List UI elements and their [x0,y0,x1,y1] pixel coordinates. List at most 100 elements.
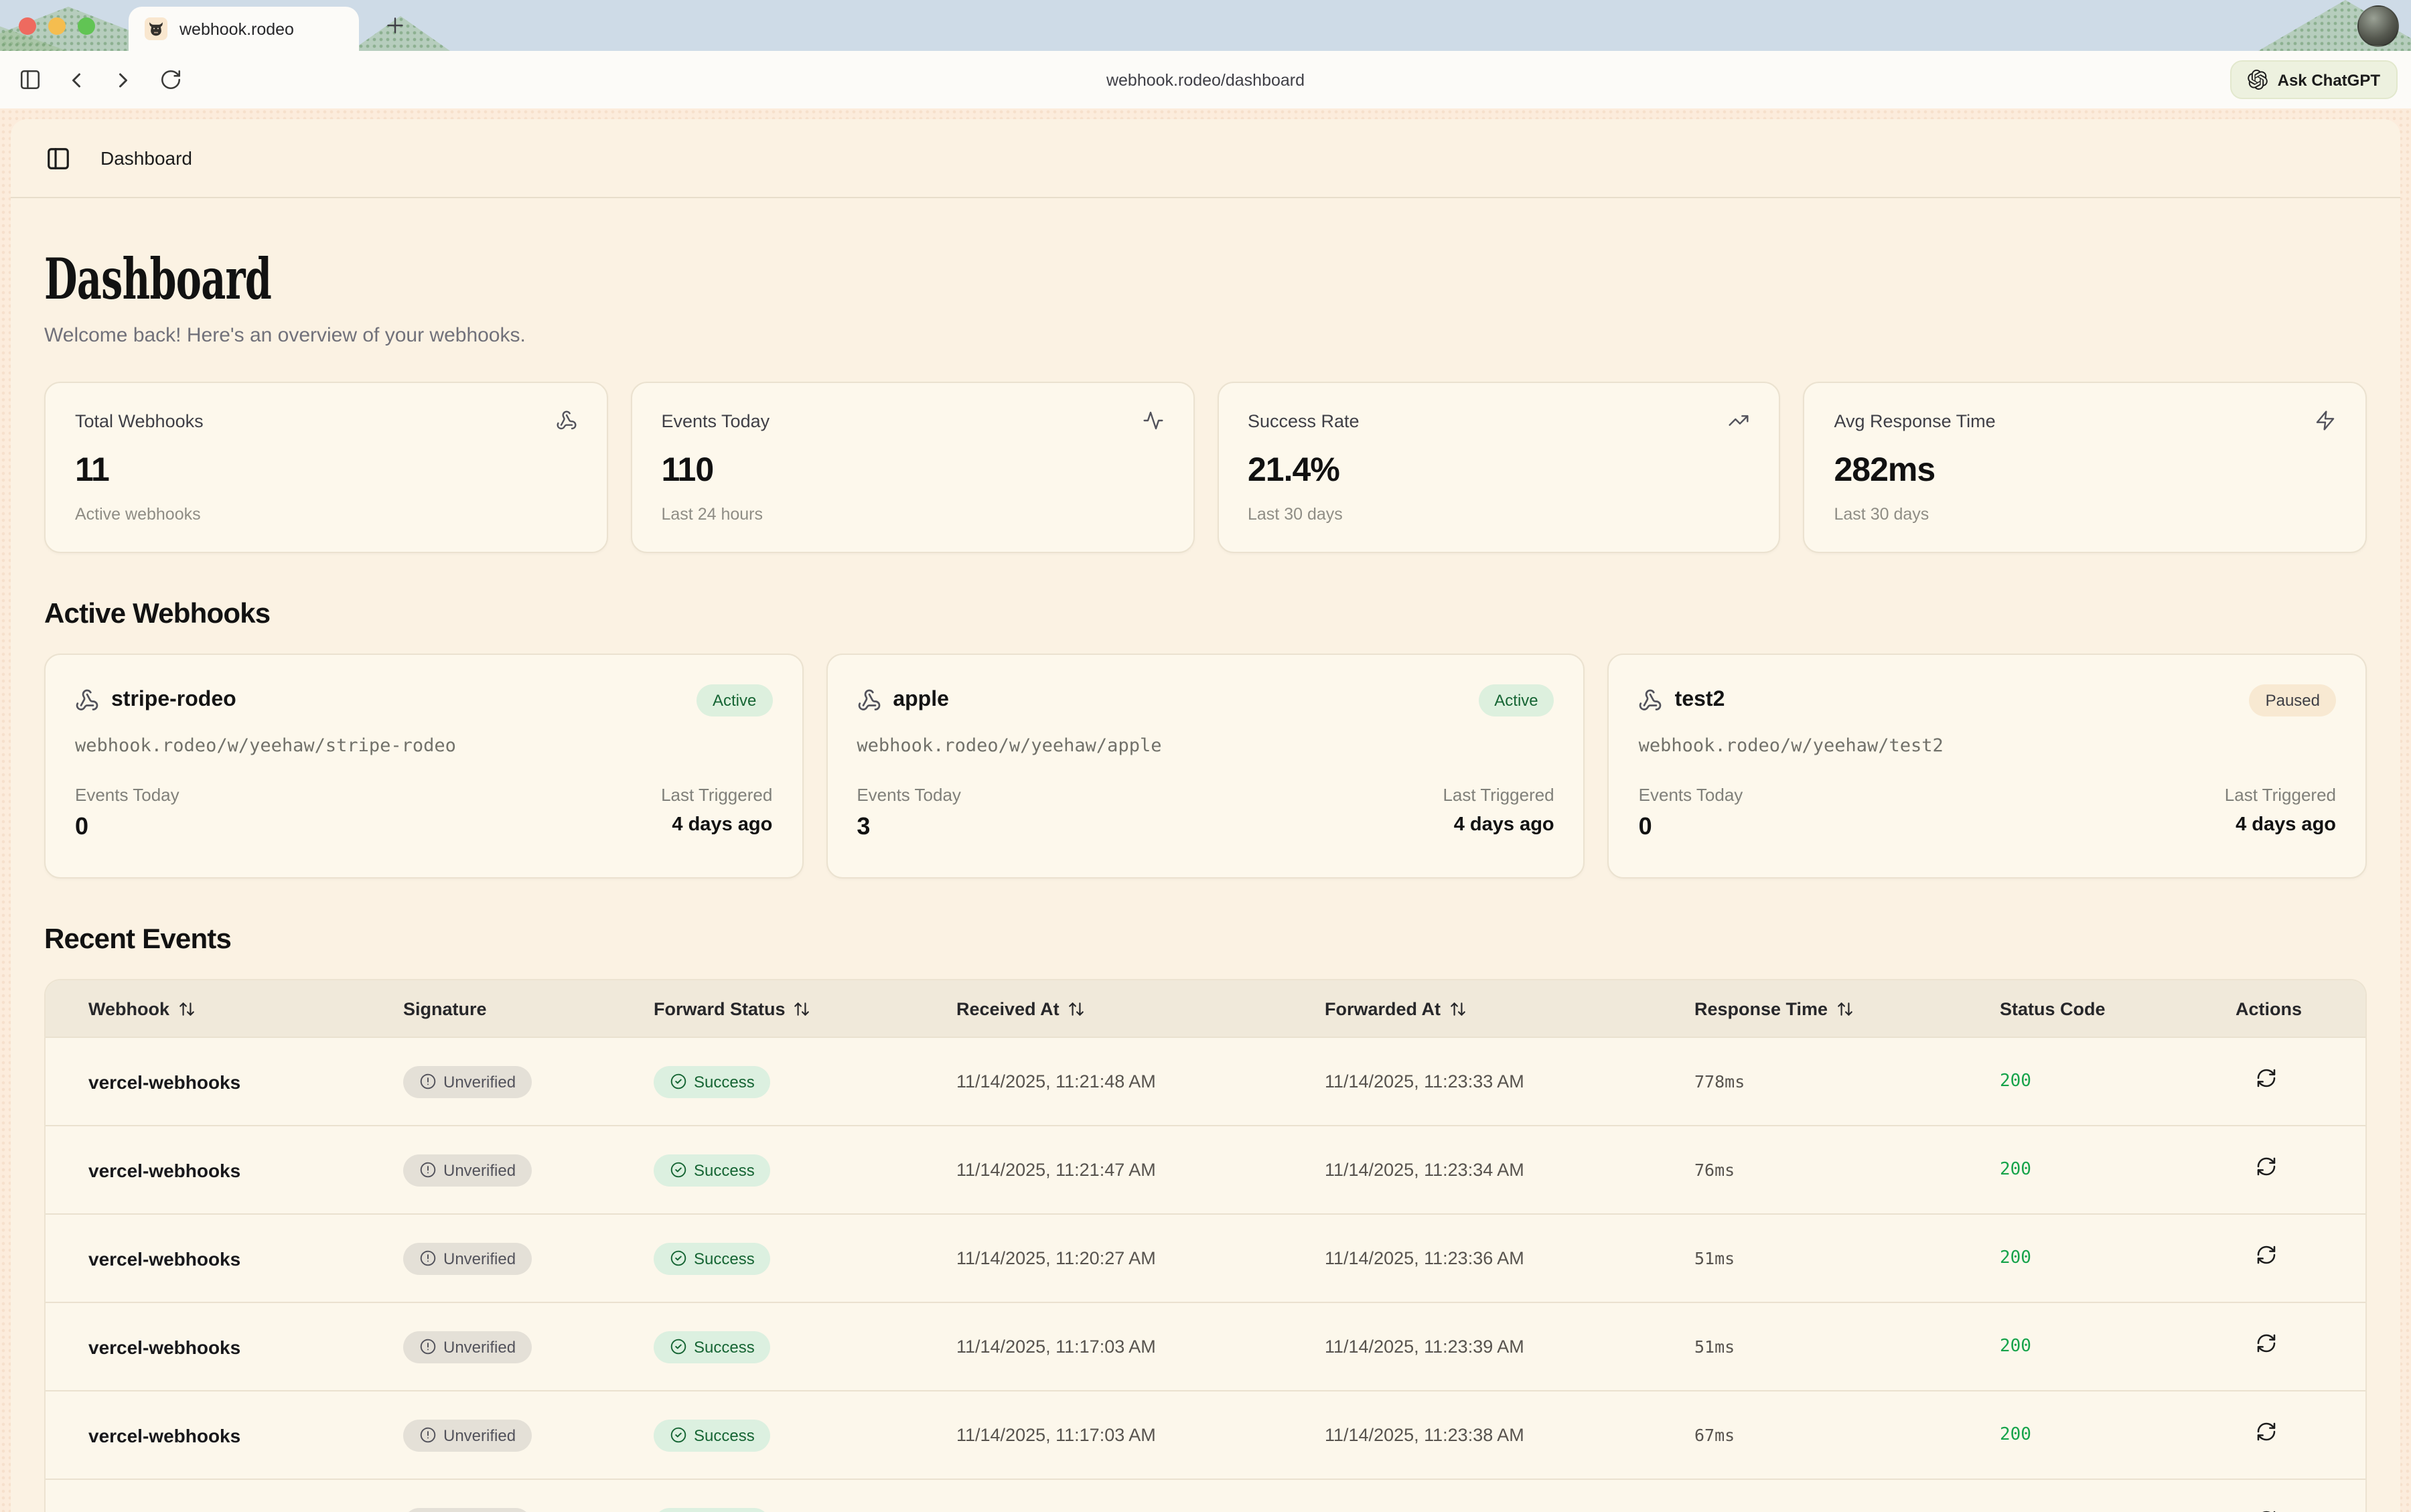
last-triggered-label: Last Triggered [661,785,772,805]
cell-received-at: 11/14/2025, 11:17:03 AM [956,1425,1325,1445]
success-badge: Success [654,1507,771,1512]
cell-forward-status: Success [654,1507,956,1512]
replay-event-button[interactable] [2256,1333,2277,1354]
reload-button[interactable] [154,64,186,96]
stat-card-avg-response-time: Avg Response Time 282ms Last 30 days [1804,382,2367,553]
webhook-card-test2[interactable]: test2 Paused webhook.rodeo/w/yeehaw/test… [1608,654,2367,879]
webhook-url: webhook.rodeo/w/yeehaw/test2 [1639,735,2336,757]
cell-signature: Unverified [403,1331,654,1363]
replay-event-button[interactable] [2256,1067,2277,1089]
check-circle-icon [670,1426,687,1444]
back-button[interactable] [60,64,92,96]
profile-avatar[interactable] [2357,5,2399,47]
table-row[interactable]: vercel-webhooks Unverified Success 11/14… [46,1037,2365,1125]
success-badge: Success [654,1154,771,1186]
replay-event-button[interactable] [2256,1421,2277,1442]
forward-button[interactable] [107,64,139,96]
webhook-url: webhook.rodeo/w/yeehaw/apple [857,735,1554,757]
stat-sublabel: Active webhooks [75,505,577,524]
panel-left-icon [18,68,41,91]
webhook-card-stripe-rodeo[interactable]: stripe-rodeo Active webhook.rodeo/w/yeeh… [44,654,803,879]
refresh-icon [2256,1509,2277,1512]
column-header-forward-status[interactable]: Forward Status [654,998,956,1018]
cell-signature: Unverified [403,1419,654,1451]
refresh-icon [2256,1156,2277,1177]
activity-icon [1142,410,1163,431]
webhook-name: stripe-rodeo [111,688,236,712]
webhook-name: test2 [1675,688,1725,712]
webhook-card-apple[interactable]: apple Active webhook.rodeo/w/yeehaw/appl… [826,654,1585,879]
webpage-panel: Dashboard Dashboard Welcome back! Here's… [11,119,2400,1512]
stat-label: Avg Response Time [1834,410,1996,431]
unverified-badge: Unverified [403,1331,532,1363]
table-row[interactable]: vercel-webhooks Unverified Success 11/14… [46,1479,2365,1512]
zoom-window-button[interactable] [78,17,95,35]
address-bar[interactable]: webhook.rodeo/dashboard [0,70,2411,89]
column-header-actions: Actions [2236,998,2365,1018]
table-row[interactable]: vercel-webhooks Unverified Success 11/14… [46,1302,2365,1390]
webhook-name: apple [893,688,949,712]
cell-received-at: 11/14/2025, 11:21:47 AM [956,1160,1325,1180]
column-header-status-code: Status Code [2000,998,2236,1018]
stats-row: Total Webhooks 11 Active webhooks Events… [44,382,2367,553]
column-header-webhook[interactable]: Webhook [88,998,403,1018]
cell-webhook: vercel-webhooks [88,1071,403,1092]
replay-event-button[interactable] [2256,1156,2277,1177]
cell-status-code: 200 [2000,1071,2236,1091]
reload-icon [159,68,181,91]
app-header-title: Dashboard [100,147,192,169]
new-tab-button[interactable] [383,12,410,39]
plus-icon [383,13,407,37]
alert-circle-icon [419,1250,437,1267]
page-title: Dashboard [44,246,1623,312]
page-gutter: Dashboard Dashboard Welcome back! Here's… [0,108,2411,1512]
column-header-received-at[interactable]: Received At [956,998,1325,1018]
stat-label: Total Webhooks [75,410,204,431]
events-today-label: Events Today [1639,785,1743,805]
cell-forwarded-at: 11/14/2025, 11:23:33 AM [1325,1071,1694,1091]
last-triggered-value: 4 days ago [2225,814,2336,836]
stat-card-total-webhooks: Total Webhooks 11 Active webhooks [44,382,608,553]
table-row[interactable]: vercel-webhooks Unverified Success 11/14… [46,1390,2365,1479]
panel-left-icon[interactable] [46,145,71,171]
cell-webhook: vercel-webhooks [88,1424,403,1446]
unverified-badge: Unverified [403,1242,532,1274]
webhook-icon [857,688,881,712]
minimize-window-button[interactable] [48,17,66,35]
cell-status-code: 200 [2000,1425,2236,1445]
stat-value: 11 [75,451,577,490]
events-today-value: 0 [75,813,179,841]
sidebar-toggle-button[interactable] [13,64,46,96]
cell-received-at: 11/14/2025, 11:21:48 AM [956,1071,1325,1091]
cell-actions [2236,1156,2365,1184]
active-webhooks-heading: Active Webhooks [44,599,2367,631]
refresh-icon [2256,1067,2277,1089]
success-badge: Success [654,1331,771,1363]
cell-actions [2236,1244,2365,1272]
page-subtitle: Welcome back! Here's an overview of your… [44,324,2367,347]
chevron-right-icon [111,68,135,92]
active-webhooks-row: stripe-rodeo Active webhook.rodeo/w/yeeh… [44,654,2367,879]
cell-forwarded-at: 11/14/2025, 11:23:39 AM [1325,1337,1694,1357]
replay-event-button[interactable] [2256,1244,2277,1266]
column-header-forwarded-at[interactable]: Forwarded At [1325,998,1694,1018]
refresh-icon [2256,1244,2277,1266]
table-row[interactable]: vercel-webhooks Unverified Success 11/14… [46,1125,2365,1213]
browser-window: webhook.rodeo webhook.rodeo/dashboard As… [0,0,2411,1512]
recent-events-heading: Recent Events [44,924,2367,956]
cell-actions [2236,1067,2365,1095]
sort-arrows-icon [177,1000,195,1017]
cell-forward-status: Success [654,1419,956,1451]
replay-event-button[interactable] [2256,1509,2277,1512]
table-row[interactable]: vercel-webhooks Unverified Success 11/14… [46,1213,2365,1302]
ask-chatgpt-button[interactable]: Ask ChatGPT [2231,60,2398,99]
success-badge: Success [654,1419,771,1451]
webhook-icon [556,410,577,431]
column-header-response-time[interactable]: Response Time [1694,998,2000,1018]
close-window-button[interactable] [19,17,36,35]
cell-status-code: 200 [2000,1248,2236,1268]
browser-tab[interactable]: webhook.rodeo [129,7,359,51]
last-triggered-label: Last Triggered [1443,785,1554,805]
stat-card-success-rate: Success Rate 21.4% Last 30 days [1217,382,1781,553]
zap-icon [2315,410,2336,431]
